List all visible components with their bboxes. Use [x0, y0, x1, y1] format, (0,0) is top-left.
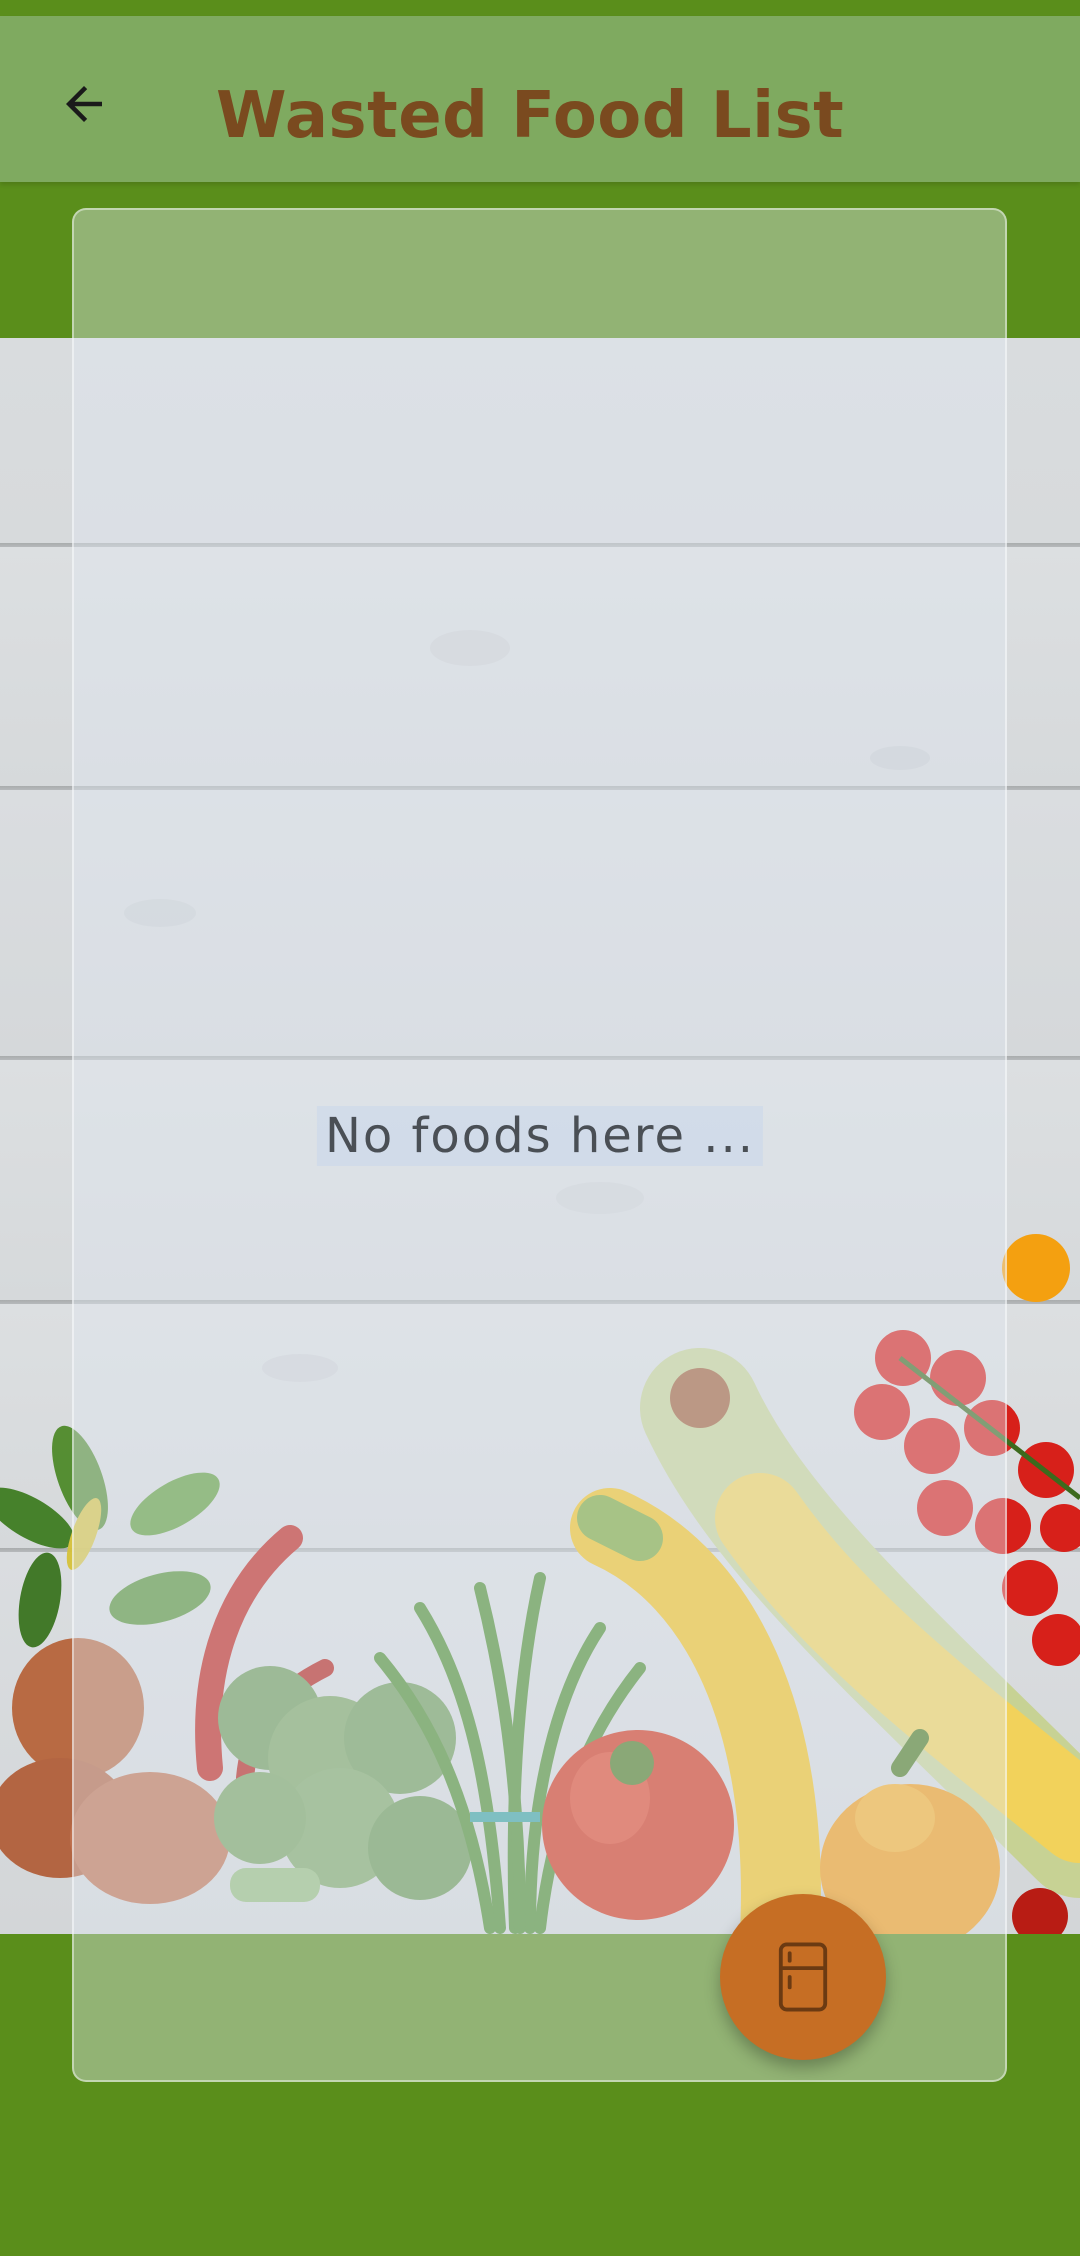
app-bar: Wasted Food List	[0, 16, 1080, 182]
fridge-button[interactable]	[720, 1894, 886, 2060]
screen: Wasted Food List No foods here ...	[0, 0, 1080, 2256]
empty-list-message: No foods here ...	[316, 1106, 764, 1166]
fridge-icon	[778, 1942, 828, 2012]
back-button[interactable]	[44, 64, 124, 144]
status-bar	[0, 0, 1080, 16]
arrow-back-icon	[66, 86, 102, 122]
page-title: Wasted Food List	[216, 79, 845, 153]
